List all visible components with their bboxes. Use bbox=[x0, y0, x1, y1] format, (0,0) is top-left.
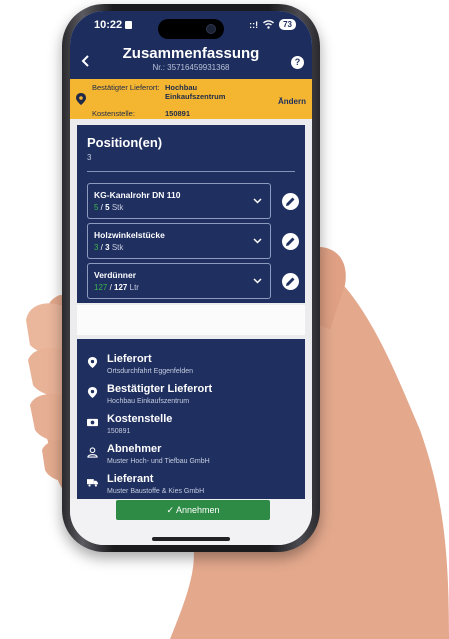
change-button[interactable]: Ändern bbox=[278, 97, 306, 106]
bottom-bar: ✓ Annehmen bbox=[70, 499, 312, 545]
detail-title: Bestätigter Lieferort bbox=[107, 383, 213, 395]
detail-value: Muster Baustoffe & Kies GmbH bbox=[107, 488, 205, 495]
position-name: KG-Kanalrohr DN 110 bbox=[94, 190, 181, 200]
cost-center-value: 150891 bbox=[165, 109, 191, 118]
detail-title: Abnehmer bbox=[107, 443, 162, 455]
position-item[interactable]: KG-Kanalrohr DN 110 5 / 5 Stk bbox=[87, 183, 271, 219]
positions-count: 3 bbox=[87, 153, 92, 162]
edit-pencil-icon[interactable] bbox=[282, 233, 299, 250]
position-name: Verdünner bbox=[94, 270, 137, 280]
detail-delivery-location: Lieferort Ortsdurchfahrt Eggenfelden bbox=[87, 353, 297, 383]
positions-title: Position(en) bbox=[87, 135, 163, 150]
detail-value: Ortsdurchfahrt Eggenfelden bbox=[107, 368, 193, 375]
money-icon bbox=[87, 418, 98, 427]
home-indicator[interactable] bbox=[152, 537, 230, 541]
position-quantity: 127 / 127 Ltr bbox=[94, 283, 139, 292]
help-icon[interactable]: ? bbox=[291, 56, 304, 69]
detail-value: Muster Hoch- und Tiefbau GmbH bbox=[107, 458, 210, 465]
detail-title: Kostenstelle bbox=[107, 413, 173, 425]
positions-card: Position(en) 3 KG-Kanalrohr DN 110 5 / 5… bbox=[77, 125, 305, 303]
position-item[interactable]: Verdünner 127 / 127 Ltr bbox=[87, 263, 271, 299]
position-name: Holzwinkelstücke bbox=[94, 230, 165, 240]
chevron-down-icon[interactable] bbox=[253, 276, 262, 285]
wifi-icon bbox=[263, 20, 275, 29]
signal-icon: ::! bbox=[249, 19, 259, 30]
position-quantity: 5 / 5 Stk bbox=[94, 203, 124, 212]
cost-center-label: Kostenstelle: bbox=[92, 109, 135, 118]
map-pin-icon bbox=[87, 357, 98, 368]
chevron-down-icon[interactable] bbox=[253, 196, 262, 205]
app-bar: Zusammenfassung Nr.: 35716459931368 ? bbox=[70, 43, 312, 79]
status-time: 10:22 bbox=[94, 19, 133, 31]
edit-pencil-icon[interactable] bbox=[282, 273, 299, 290]
detail-cost-center: Kostenstelle 150891 bbox=[87, 413, 297, 443]
map-pin-icon bbox=[76, 93, 86, 105]
detail-value: 150891 bbox=[107, 428, 131, 435]
page-title: Zusammenfassung bbox=[122, 45, 260, 62]
confirmed-location-value: Hochbau Einkaufszentrum bbox=[165, 83, 226, 101]
detail-title: Lieferort bbox=[107, 353, 152, 365]
position-item[interactable]: Holzwinkelstücke 3 / 3 Stk bbox=[87, 223, 271, 259]
phone-screen: 10:22 ::! 73 Zusammenfassung Nr.: 357164… bbox=[70, 11, 312, 545]
detail-confirmed-location: Bestätigter Lieferort Hochbau Einkaufsze… bbox=[87, 383, 297, 413]
truck-icon bbox=[87, 479, 98, 487]
chevron-down-icon[interactable] bbox=[253, 236, 262, 245]
divider bbox=[87, 171, 295, 172]
dynamic-island bbox=[158, 19, 224, 39]
details-card: Lieferort Ortsdurchfahrt Eggenfelden Bes… bbox=[77, 339, 305, 517]
position-quantity: 3 / 3 Stk bbox=[94, 243, 124, 252]
page-subtitle: Nr.: 35716459931368 bbox=[152, 63, 230, 72]
confirmed-location-label: Bestätigter Lieferort: bbox=[92, 83, 160, 92]
edit-pencil-icon[interactable] bbox=[282, 193, 299, 210]
battery-icon: 73 bbox=[279, 19, 296, 30]
detail-value: Hochbau Einkaufszentrum bbox=[107, 398, 190, 405]
person-icon bbox=[87, 447, 98, 458]
map-pin-icon bbox=[87, 387, 98, 398]
section-spacer bbox=[77, 305, 305, 335]
accept-button[interactable]: ✓ Annehmen bbox=[116, 500, 270, 520]
location-banner: Bestätigter Lieferort: Hochbau Einkaufsz… bbox=[70, 79, 312, 119]
detail-customer: Abnehmer Muster Hoch- und Tiefbau GmbH bbox=[87, 443, 297, 473]
detail-title: Lieferant bbox=[107, 473, 154, 485]
